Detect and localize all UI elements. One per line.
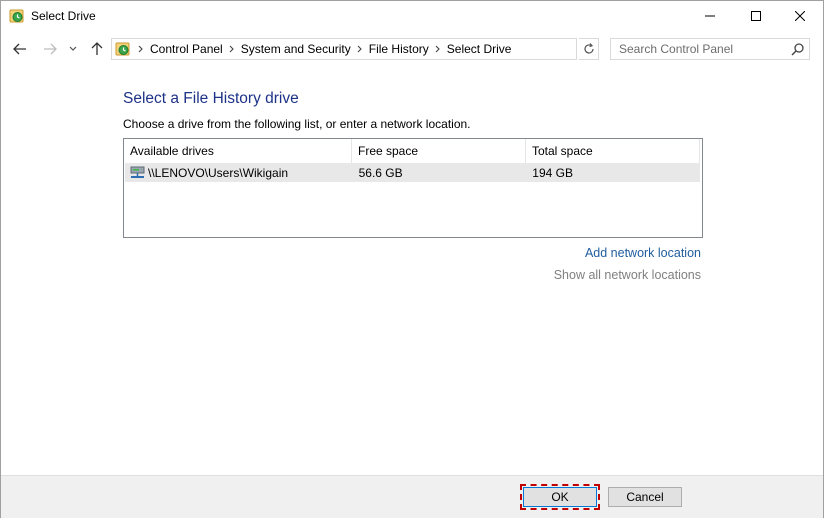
file-history-icon — [9, 8, 25, 24]
arrow-up-icon — [91, 42, 103, 55]
chevron-right-icon[interactable] — [225, 39, 239, 59]
chevron-right-icon[interactable] — [431, 39, 445, 59]
breadcrumb: Control Panel System and Security File H… — [134, 39, 513, 59]
breadcrumb-system-and-security[interactable]: System and Security — [239, 42, 353, 56]
dialog-footer: OK Cancel — [1, 475, 823, 518]
column-header-available-drives[interactable]: Available drives — [124, 139, 352, 163]
maximize-icon — [751, 11, 761, 21]
breadcrumb-file-history[interactable]: File History — [367, 42, 431, 56]
refresh-icon — [583, 43, 594, 54]
arrow-right-icon — [44, 43, 57, 55]
refresh-button[interactable] — [579, 38, 599, 60]
forward-button[interactable] — [39, 37, 61, 61]
minimize-icon — [705, 15, 715, 17]
network-drive-icon — [130, 166, 146, 180]
navigation-bar: Control Panel System and Security File H… — [1, 37, 823, 63]
search-icon[interactable] — [791, 42, 805, 56]
up-button[interactable] — [87, 37, 107, 61]
minimize-button[interactable] — [687, 1, 733, 31]
arrow-left-icon — [13, 43, 26, 55]
window-title: Select Drive — [31, 9, 96, 23]
cancel-button[interactable]: Cancel — [608, 487, 682, 507]
close-button[interactable] — [777, 1, 823, 31]
drive-path: \\LENOVO\Users\Wikigain — [148, 165, 289, 180]
back-button[interactable] — [9, 37, 31, 61]
breadcrumb-control-panel[interactable]: Control Panel — [148, 42, 225, 56]
close-icon — [795, 11, 805, 21]
search-input[interactable] — [611, 39, 787, 59]
address-bar[interactable]: Control Panel System and Security File H… — [111, 38, 681, 60]
recent-locations-button[interactable] — [65, 37, 81, 61]
chevron-right-icon[interactable] — [134, 39, 148, 59]
drive-list[interactable]: Available drives Free space Total space … — [123, 138, 703, 238]
drive-name-cell: \\LENOVO\Users\Wikigain — [125, 166, 353, 180]
free-space-cell: 56.6 GB — [358, 165, 403, 180]
add-network-location-link[interactable]: Add network location — [585, 246, 701, 260]
breadcrumb-select-drive[interactable]: Select Drive — [445, 42, 514, 56]
chevron-down-icon — [69, 46, 77, 51]
column-header-free-space[interactable]: Free space — [352, 139, 526, 163]
ok-button[interactable]: OK — [523, 487, 597, 507]
control-panel-icon — [115, 41, 131, 57]
maximize-button[interactable] — [733, 1, 779, 31]
search-box[interactable] — [610, 38, 810, 60]
column-header-total-space[interactable]: Total space — [526, 139, 700, 163]
instruction-text: Choose a drive from the following list, … — [123, 117, 471, 131]
table-row[interactable]: \\LENOVO\Users\Wikigain 56.6 GB 194 GB — [125, 163, 700, 182]
show-all-network-locations-link[interactable]: Show all network locations — [554, 268, 701, 282]
total-space-cell: 194 GB — [532, 165, 573, 180]
page-title: Select a File History drive — [123, 90, 299, 107]
chevron-right-icon[interactable] — [353, 39, 367, 59]
select-drive-window: Select Drive Control Panel System and Se… — [0, 0, 824, 518]
table-header: Available drives Free space Total space — [124, 139, 702, 163]
title-bar: Select Drive — [1, 1, 823, 31]
